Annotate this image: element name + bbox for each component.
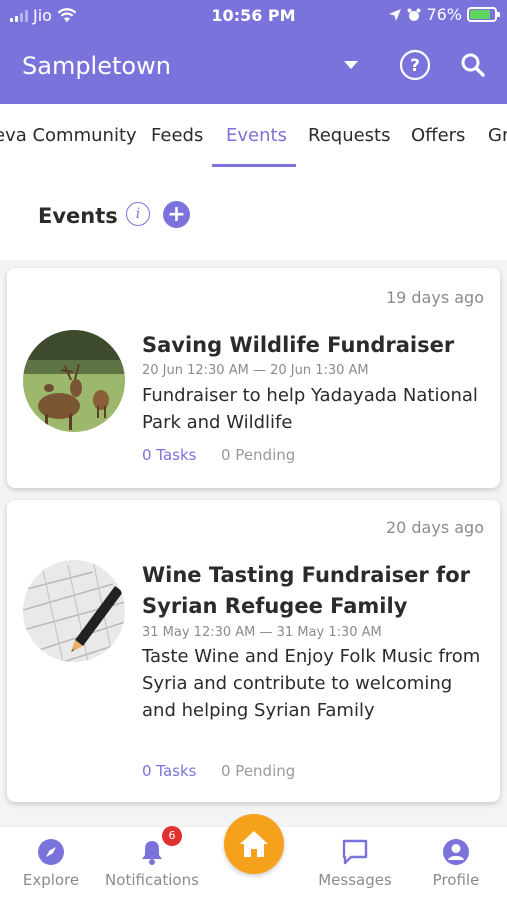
event-card[interactable]: 20 days ago Wine Tasting Fundraiser for … — [7, 500, 500, 802]
event-age: 19 days ago — [385, 288, 484, 307]
community-dropdown-icon[interactable] — [334, 48, 368, 82]
nav-messages-label: Messages — [318, 871, 392, 889]
alarm-icon — [407, 8, 421, 21]
event-dates: 20 Jun 12:30 AM — 20 Jun 1:30 AM — [142, 363, 369, 378]
tab-offers[interactable]: Offers — [411, 125, 465, 146]
event-description: Fundraiser to help Yadayada National Par… — [142, 385, 478, 433]
battery-percent: 76% — [426, 5, 462, 24]
add-event-button[interactable]: + — [163, 201, 190, 228]
nav-explore[interactable]: Explore — [1, 837, 101, 889]
tab-requests[interactable]: Requests — [308, 125, 391, 146]
nav-notifications-label: Notifications — [105, 871, 199, 889]
event-pending-count: 0 Pending — [221, 762, 296, 780]
nav-explore-label: Explore — [22, 871, 80, 889]
event-pending-count: 0 Pending — [221, 446, 296, 464]
nav-notifications[interactable]: Notifications — [102, 837, 202, 889]
community-title: Sampletown — [22, 52, 171, 80]
battery-icon — [467, 7, 500, 22]
app-header: Jio 10:56 PM 76% Sampletown ? — [0, 0, 507, 104]
event-description: Taste Wine and Enjoy Folk Music from Syr… — [142, 646, 481, 721]
section-title: Events — [38, 204, 118, 228]
event-thumbnail — [23, 330, 125, 432]
community-tabs: eva Community Feeds Events Requests Offe… — [0, 104, 507, 170]
event-thumbnail — [23, 560, 125, 662]
location-arrow-icon — [389, 8, 402, 21]
tab-groups[interactable]: Gr — [488, 125, 507, 146]
tab-feeds[interactable]: Feeds — [151, 125, 203, 146]
bell-icon — [142, 841, 162, 865]
home-icon — [240, 831, 268, 857]
event-tasks-link[interactable]: 0 Tasks — [142, 446, 197, 464]
event-tasks-link[interactable]: 0 Tasks — [142, 762, 197, 780]
status-bar: Jio 10:56 PM 76% — [0, 0, 507, 32]
nav-messages[interactable]: Messages — [305, 837, 405, 889]
home-button[interactable] — [224, 814, 284, 874]
event-card[interactable]: 19 days ago Saving Wildlife Fundraiser 2… — [7, 268, 500, 488]
nav-profile-label: Profile — [432, 871, 480, 889]
event-title: Wine Tasting Fundraiser for Syrian Refug… — [142, 563, 470, 618]
event-title: Saving Wildlife Fundraiser — [142, 333, 455, 357]
status-right: 76% — [388, 5, 500, 24]
svg-text:?: ? — [410, 56, 420, 76]
compass-icon — [38, 839, 64, 865]
help-icon[interactable]: ? — [398, 48, 432, 82]
event-dates: 31 May 12:30 AM — 31 May 1:30 AM — [142, 625, 382, 640]
search-icon[interactable] — [456, 48, 490, 82]
nav-profile[interactable]: Profile — [406, 837, 506, 889]
notifications-badge: 6 — [162, 826, 182, 846]
events-section-header: Events i + — [0, 170, 507, 260]
tab-community[interactable]: eva Community — [0, 125, 137, 146]
message-icon — [342, 839, 368, 865]
tab-events[interactable]: Events — [226, 125, 287, 146]
active-tab-indicator — [212, 164, 296, 167]
profile-icon — [443, 839, 469, 865]
event-age: 20 days ago — [385, 518, 484, 537]
info-icon[interactable]: i — [126, 202, 150, 226]
